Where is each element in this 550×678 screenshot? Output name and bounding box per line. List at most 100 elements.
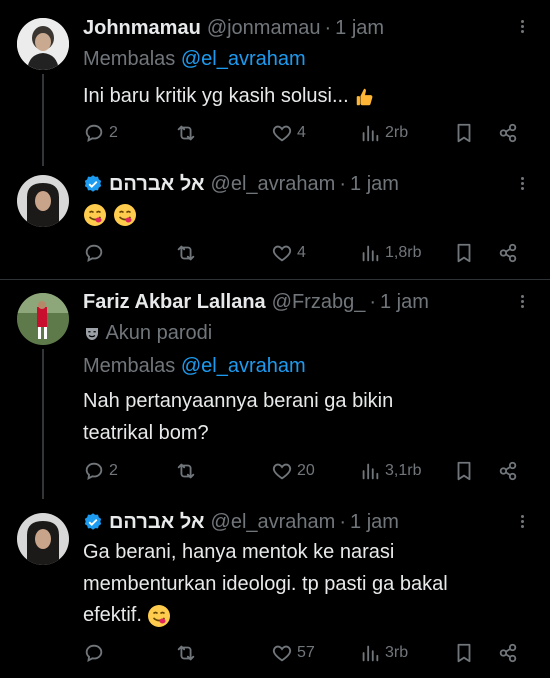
- reply-button[interactable]: 2: [83, 119, 118, 147]
- timestamp[interactable]: 1 jam: [350, 173, 399, 196]
- retweet-icon: [175, 122, 197, 144]
- more-icon[interactable]: [514, 513, 530, 531]
- share-button[interactable]: [497, 457, 519, 485]
- reply-icon: [83, 460, 105, 482]
- more-icon[interactable]: [514, 175, 530, 193]
- more-icon[interactable]: [514, 18, 530, 36]
- author-handle[interactable]: @el_avraham: [211, 173, 336, 196]
- like-icon: [271, 242, 293, 264]
- author-name[interactable]: אל אברהם: [109, 511, 205, 534]
- theater-mask-icon: [83, 325, 101, 343]
- like-button[interactable]: 4: [271, 119, 306, 147]
- bookmark-icon: [453, 460, 475, 482]
- views-button[interactable]: 3rb: [359, 639, 408, 667]
- thread-line: [42, 349, 44, 499]
- share-button[interactable]: [497, 119, 519, 147]
- timestamp[interactable]: 1 jam: [380, 291, 429, 314]
- reply-mention[interactable]: @el_avraham: [181, 48, 306, 70]
- like-icon: [271, 460, 293, 482]
- more-icon[interactable]: [514, 293, 530, 311]
- tweet-text: [83, 199, 137, 229]
- tweet-text: efektif.: [83, 600, 171, 630]
- separator: ·: [339, 510, 347, 533]
- tweet-actions: 4 1,8rb: [83, 239, 530, 267]
- reply-button[interactable]: 2: [83, 457, 118, 485]
- separator: ·: [339, 172, 347, 195]
- avatar[interactable]: [17, 513, 69, 565]
- views-icon: [359, 242, 381, 264]
- retweet-button[interactable]: [175, 457, 197, 485]
- author-handle[interactable]: @el_avraham: [211, 511, 336, 534]
- like-button[interactable]: 20: [271, 457, 315, 485]
- tweet-actions: 2 20 3,1rb: [83, 457, 530, 485]
- bookmark-button[interactable]: [453, 119, 475, 147]
- like-icon: [271, 642, 293, 664]
- yum-face-icon: [147, 604, 171, 628]
- like-icon: [271, 122, 293, 144]
- timestamp[interactable]: 1 jam: [335, 17, 384, 40]
- timestamp[interactable]: 1 jam: [350, 511, 399, 534]
- retweet-button[interactable]: [175, 639, 197, 667]
- author-name[interactable]: Fariz Akbar Lallana: [83, 291, 266, 314]
- views-button[interactable]: 2rb: [359, 119, 408, 147]
- tweet-el-avraham-1[interactable]: אל אברהם @el_avraham · 1 jam 4 1,8rb: [0, 165, 550, 280]
- verified-icon: [83, 174, 103, 194]
- author-name[interactable]: אל אברהם: [109, 173, 205, 196]
- views-button[interactable]: 1,8rb: [359, 239, 421, 267]
- parody-label: Akun parodi: [83, 318, 212, 348]
- bookmark-button[interactable]: [453, 457, 475, 485]
- reply-icon: [83, 242, 105, 264]
- retweet-icon: [175, 242, 197, 264]
- author-name[interactable]: Johnmamau: [83, 17, 201, 40]
- tweet-text-line: Ga berani, hanya mentok ke narasi: [83, 541, 395, 563]
- thread-line: [42, 74, 44, 166]
- reply-icon: [83, 122, 105, 144]
- avatar[interactable]: [17, 18, 69, 70]
- like-button[interactable]: 4: [271, 239, 306, 267]
- tweet-johnmamau[interactable]: Johnmamau @jonmamau · 1 jam Membalas @el…: [0, 0, 550, 170]
- tweet-text-line: membenturkan ideologi. tp pasti ga bakal: [83, 573, 448, 595]
- retweet-button[interactable]: [175, 119, 197, 147]
- retweet-icon: [175, 460, 197, 482]
- tweet-frzabg[interactable]: Fariz Akbar Lallana @Frzabg_ · 1 jam Aku…: [0, 283, 550, 503]
- divider: [0, 279, 550, 280]
- tweet-text: Ini baru kritik yg kasih solusi...: [83, 81, 376, 111]
- share-icon: [497, 460, 519, 482]
- share-icon: [497, 122, 519, 144]
- views-button[interactable]: 3,1rb: [359, 457, 421, 485]
- share-icon: [497, 242, 519, 264]
- bookmark-button[interactable]: [453, 639, 475, 667]
- reply-button[interactable]: [83, 639, 105, 667]
- retweet-button[interactable]: [175, 239, 197, 267]
- bookmark-icon: [453, 242, 475, 264]
- avatar[interactable]: [17, 175, 69, 227]
- separator: ·: [324, 16, 332, 39]
- tweet-actions: 2 4 2rb: [83, 119, 530, 147]
- views-icon: [359, 460, 381, 482]
- thumbs-up-icon: [354, 86, 376, 108]
- reply-button[interactable]: [83, 239, 105, 267]
- reply-prefix: Membalas: [83, 48, 176, 70]
- views-icon: [359, 122, 381, 144]
- author-handle[interactable]: @Frzabg_: [272, 291, 366, 314]
- reply-icon: [83, 642, 105, 664]
- like-button[interactable]: 57: [271, 639, 315, 667]
- yum-face-icon: [113, 203, 137, 227]
- tweet-actions: 57 3rb: [83, 639, 530, 667]
- bookmark-icon: [453, 122, 475, 144]
- bookmark-icon: [453, 642, 475, 664]
- tweet-text-line: Nah pertanyaannya berani ga bikin: [83, 390, 394, 412]
- share-button[interactable]: [497, 239, 519, 267]
- separator: ·: [369, 290, 376, 313]
- views-icon: [359, 642, 381, 664]
- yum-face-icon: [83, 203, 107, 227]
- tweet-el-avraham-2[interactable]: אל אברהם @el_avraham · 1 jam Ga berani, …: [0, 503, 550, 678]
- avatar[interactable]: [17, 293, 69, 345]
- author-handle[interactable]: @jonmamau: [207, 17, 321, 40]
- tweet-text-line: teatrikal bom?: [83, 422, 209, 444]
- share-button[interactable]: [497, 639, 519, 667]
- verified-icon: [83, 512, 103, 532]
- reply-mention[interactable]: @el_avraham: [181, 355, 306, 377]
- bookmark-button[interactable]: [453, 239, 475, 267]
- retweet-icon: [175, 642, 197, 664]
